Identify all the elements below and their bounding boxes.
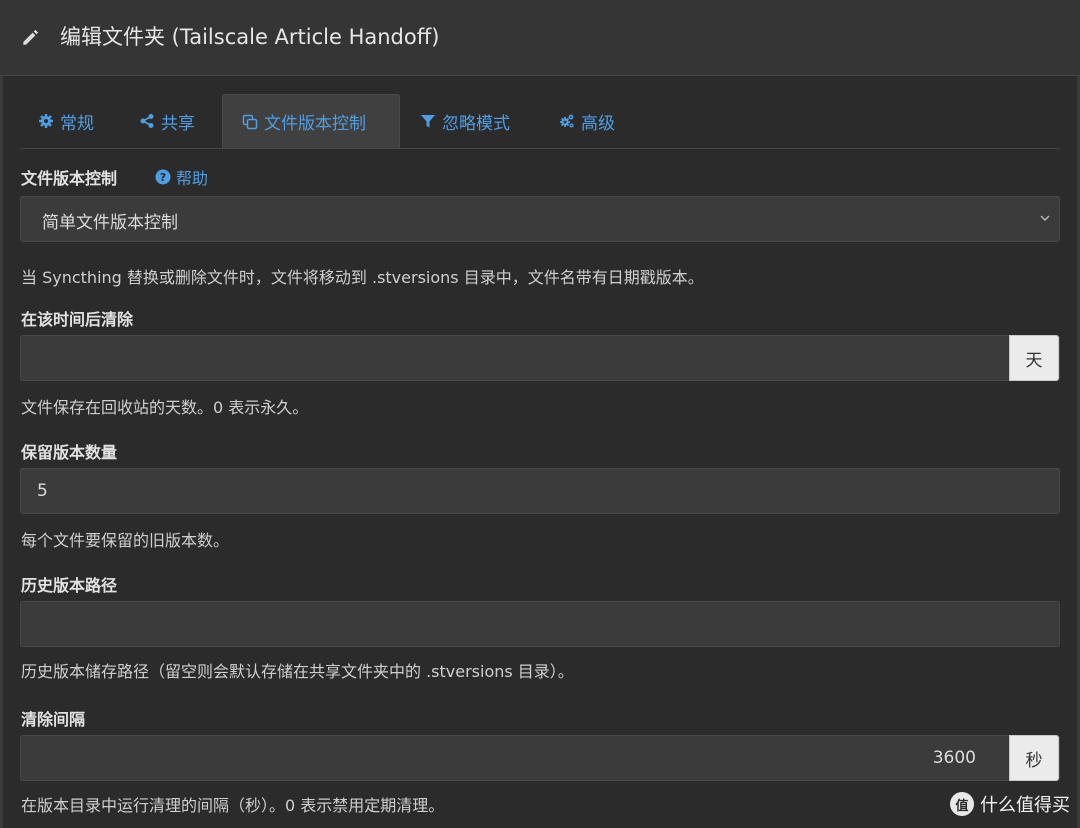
keep-versions-value: 5 [37,481,48,501]
keep-versions-input[interactable]: 5 [20,468,1060,514]
tab-sharing-label: 共享 [161,113,195,134]
versions-path-input[interactable] [20,601,1060,647]
versioning-type-value: 简单文件版本控制 [42,213,178,233]
chevron-down-icon [1040,215,1050,221]
share-icon [140,114,154,128]
question-circle-icon: ? [155,169,171,185]
keep-versions-label: 保留版本数量 [21,443,118,462]
dialog-left-border [0,76,3,828]
cleanup-interval-label: 清除间隔 [21,710,86,729]
cleanout-after-unit: 天 [1009,335,1059,381]
cleanout-after-help: 文件保存在回收站的天数。0 表示永久。 [21,398,309,417]
cleanup-interval-input[interactable]: 3600 秒 [20,735,1060,781]
cogs-icon [560,114,574,128]
help-link-label: 帮助 [176,169,209,188]
pencil-icon [23,29,39,45]
cleanup-interval-value: 3600 [932,748,976,768]
tab-bar: 常规 共享 文件版本控制 忽略模式 高级 [20,94,1060,149]
versions-path-label: 历史版本路径 [21,576,118,595]
dialog-title: 编辑文件夹 (Tailscale Article Handoff) [60,25,440,49]
cleanout-after-input[interactable]: 天 [20,335,1060,381]
tab-advanced-label: 高级 [581,113,615,134]
versioning-description: 当 Syncthing 替换或删除文件时，文件将移动到 .stversions … [21,268,704,287]
keep-versions-help: 每个文件要保留的旧版本数。 [21,531,230,550]
cleanout-after-label: 在该时间后清除 [21,310,134,329]
tab-advanced[interactable]: 高级 [559,94,615,148]
cleanup-interval-unit: 秒 [1009,735,1059,781]
tab-sharing[interactable]: 共享 [139,94,195,148]
versions-path-help: 历史版本储存路径（留空则会默认存储在共享文件夹中的 .stversions 目录… [21,662,574,681]
svg-text:?: ? [160,171,166,184]
filter-icon [421,115,435,128]
tab-file-versioning-label: 文件版本控制 [264,114,366,134]
gear-icon [39,114,53,128]
dialog-header: 编辑文件夹 (Tailscale Article Handoff) [0,0,1080,76]
versioning-type-select[interactable]: 简单文件版本控制 [20,196,1060,242]
tab-general-label: 常规 [60,113,94,134]
watermark: 值 什么值得买 [950,791,1070,817]
watermark-text: 什么值得买 [980,795,1070,816]
help-link[interactable]: ? 帮助 [155,165,208,189]
tab-file-versioning[interactable]: 文件版本控制 [222,94,400,148]
copy-icon [242,114,258,129]
versioning-type-label: 文件版本控制 [21,169,118,188]
watermark-logo: 值 [950,792,974,816]
tab-ignore-patterns[interactable]: 忽略模式 [420,94,510,148]
tab-general[interactable]: 常规 [38,94,94,148]
cleanup-interval-help: 在版本目录中运行清理的间隔（秒）。0 表示禁用定期清理。 [21,796,445,815]
tab-ignore-patterns-label: 忽略模式 [442,113,510,134]
